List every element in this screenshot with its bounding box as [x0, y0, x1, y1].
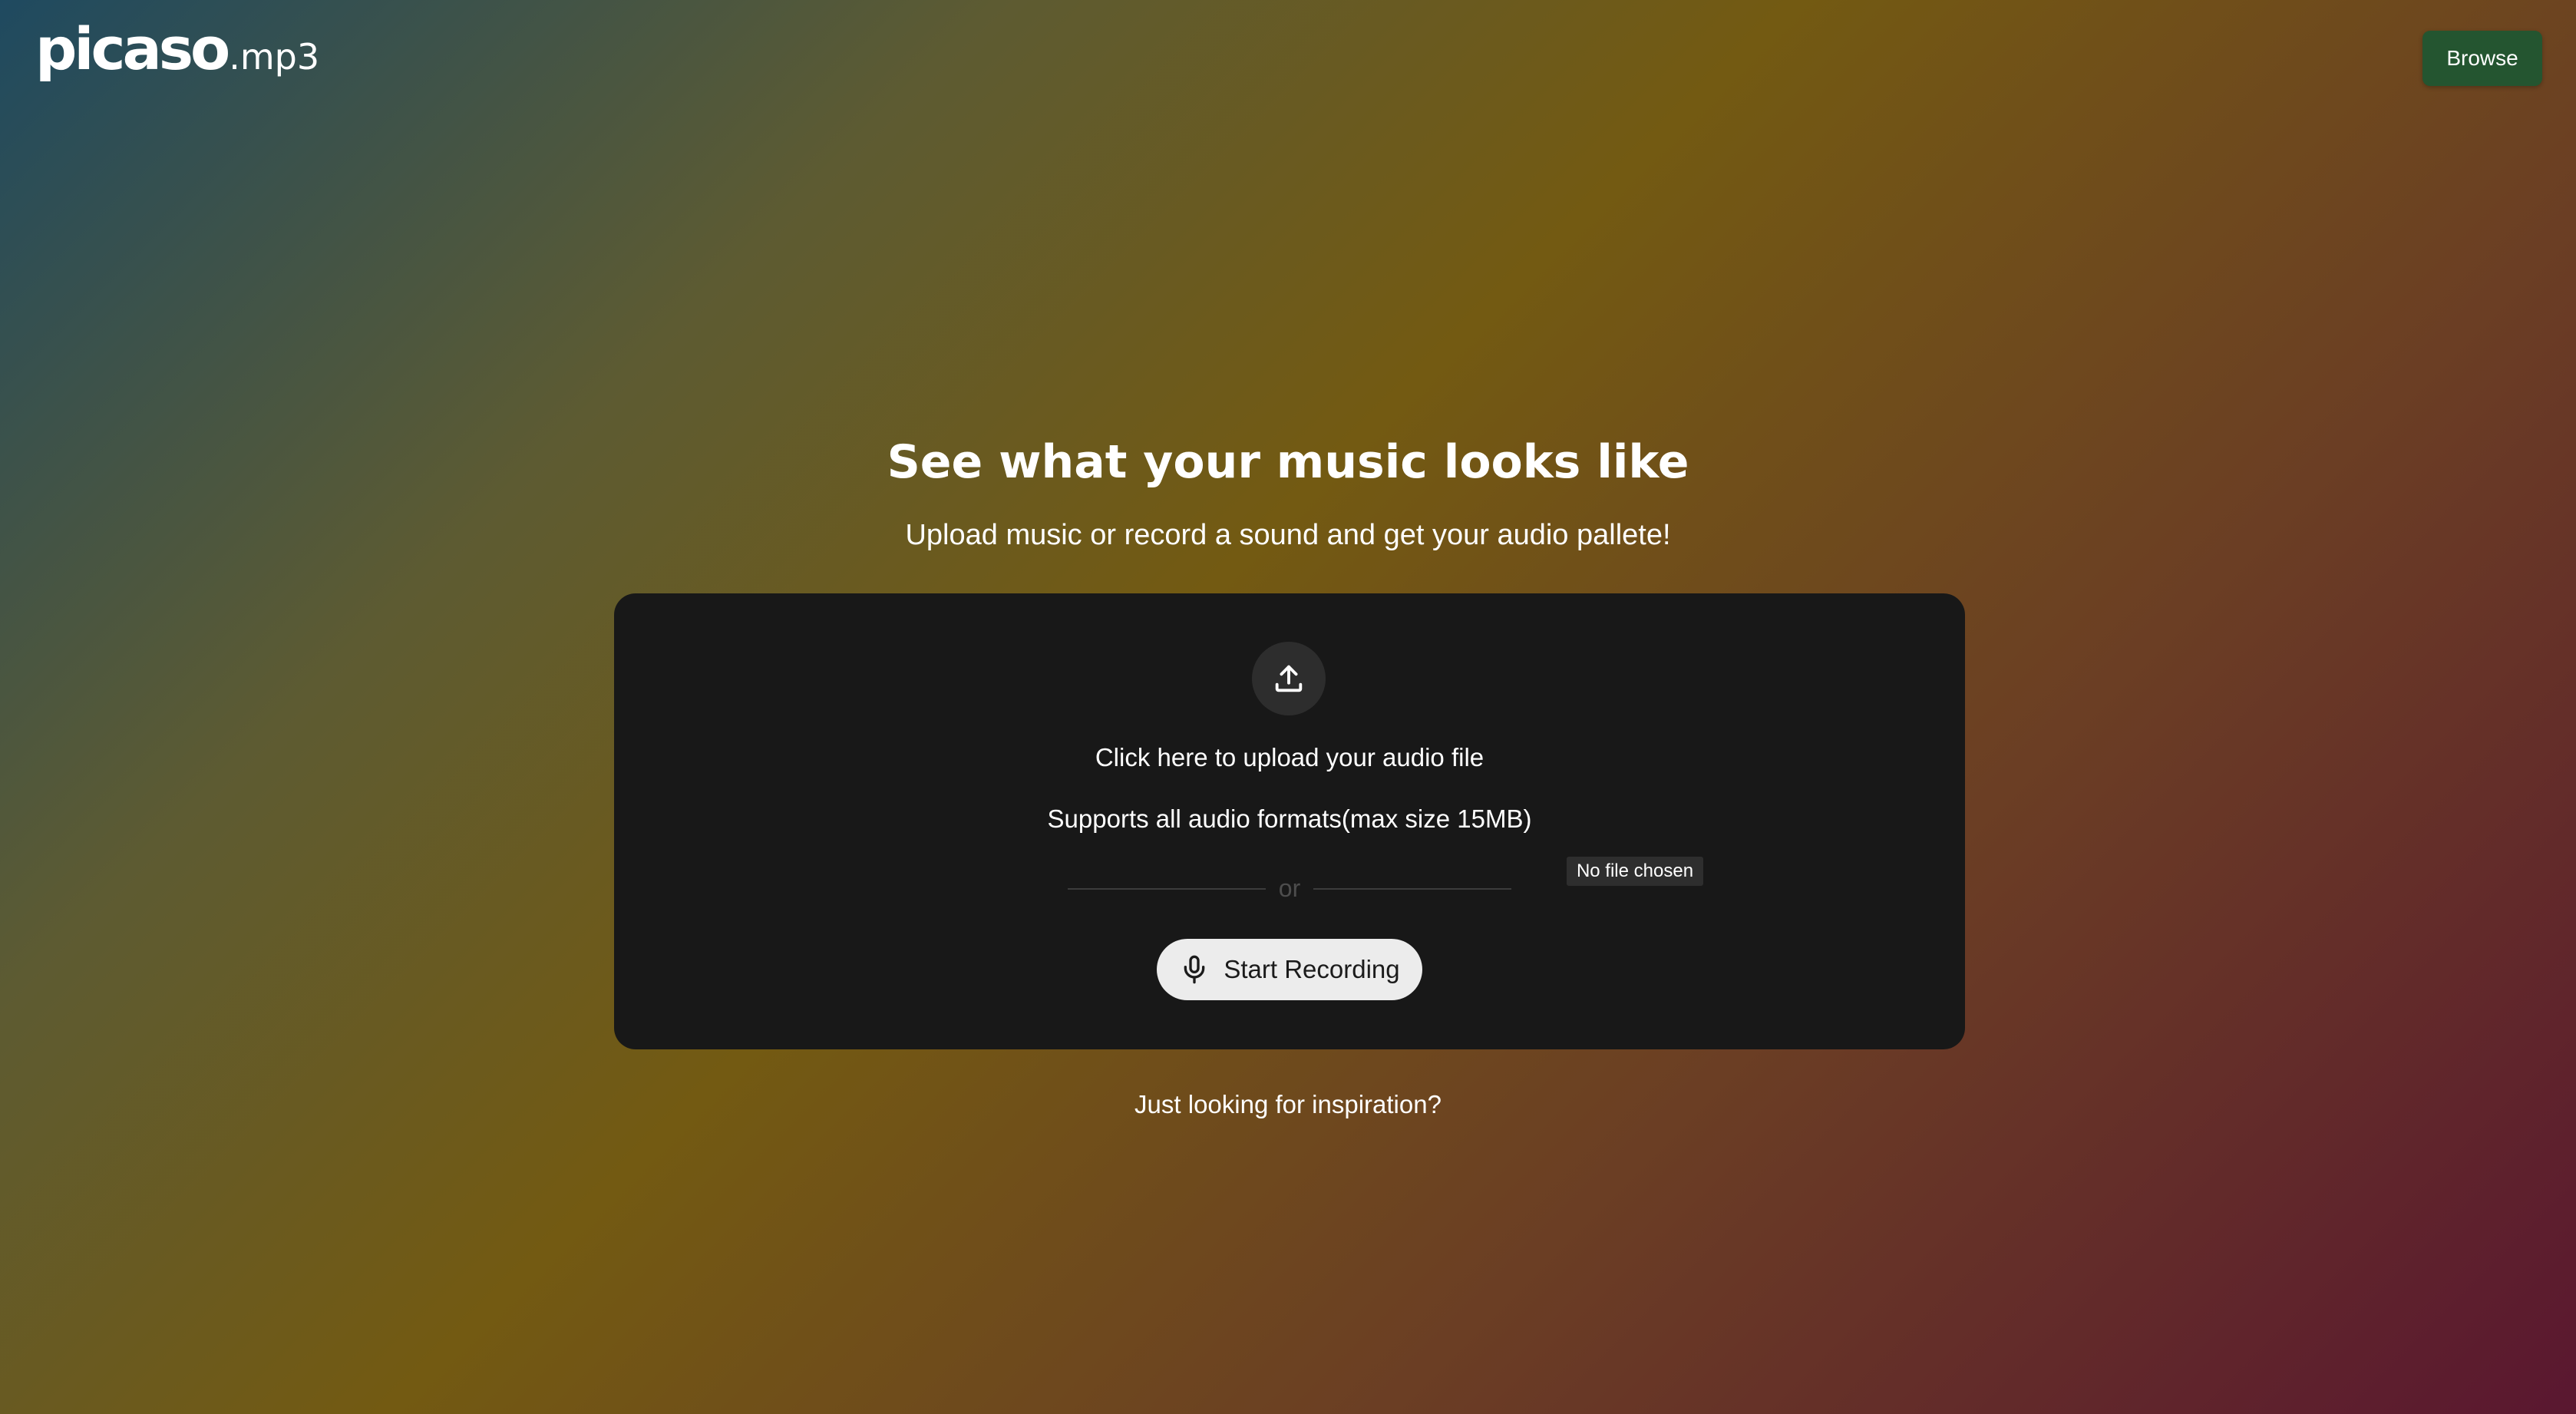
- page-subtitle: Upload music or record a sound and get y…: [905, 519, 1671, 551]
- inspiration-link[interactable]: Just looking for inspiration?: [0, 1087, 2576, 1122]
- logo-extension: .mp3: [229, 36, 320, 78]
- divider-right: [1313, 888, 1511, 890]
- page-title: See what your music looks like: [887, 435, 1689, 489]
- upload-icon[interactable]: [1252, 642, 1326, 715]
- supported-formats-text: Supports all audio formats(max size 15MB…: [1047, 804, 1532, 833]
- upload-dropzone[interactable]: Click here to upload your audio file Sup…: [614, 593, 1965, 1049]
- start-recording-button[interactable]: Start Recording: [1157, 939, 1422, 1000]
- file-input-status[interactable]: No file chosen: [1567, 857, 1703, 886]
- logo-wordmark: picaso: [35, 15, 230, 83]
- logo[interactable]: picaso .mp3: [35, 20, 319, 78]
- browse-button[interactable]: Browse: [2422, 31, 2542, 86]
- start-recording-label: Start Recording: [1224, 955, 1400, 983]
- upload-prompt[interactable]: Click here to upload your audio file: [614, 741, 1965, 775]
- divider-left: [1068, 888, 1266, 890]
- microphone-icon: [1179, 954, 1210, 985]
- divider-or: or: [1278, 874, 1301, 902]
